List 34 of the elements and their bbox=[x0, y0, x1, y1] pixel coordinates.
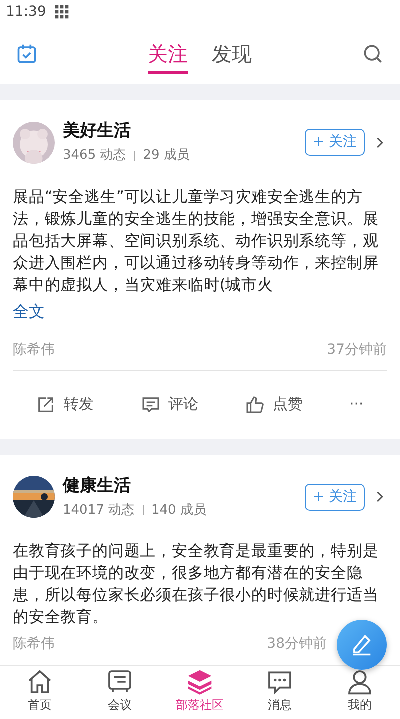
calendar-icon[interactable] bbox=[16, 43, 38, 65]
nav-tab[interactable]: 我的 bbox=[320, 666, 400, 719]
post-time: 37分钟前 bbox=[327, 340, 387, 360]
member-count: 29 成员 bbox=[143, 147, 190, 165]
home-icon bbox=[26, 668, 54, 696]
comment-button[interactable]: 评论 bbox=[140, 393, 199, 416]
group-name: 健康生活 bbox=[63, 474, 132, 496]
member-count: 140 成员 bbox=[152, 502, 206, 520]
group-name: 美好生活 bbox=[63, 120, 132, 142]
layers-icon bbox=[186, 668, 214, 696]
post-count: 14017 动态 bbox=[63, 502, 134, 520]
nav-tab[interactable]: 消息 bbox=[240, 666, 320, 719]
author-name: 陈希伟 bbox=[13, 635, 55, 654]
header-tab[interactable]: 关注 bbox=[148, 34, 188, 74]
post-text: 展品“安全逃生”可以让儿童学习灾难安全逃生的方法，锻炼儿童的安全逃生的技能，增强安全意识。展品包括大屏幕、空间识别系统、动作识别系统等，观众进入围栏内，可以通过移动转身等动作，来控制屏幕中的虚拟人，当灾难来临时(城市火 bbox=[13, 186, 380, 296]
thumbs-up-icon bbox=[245, 394, 266, 414]
nav-tab[interactable]: 会议 bbox=[80, 666, 160, 719]
person-icon bbox=[346, 668, 374, 696]
comment-icon bbox=[140, 394, 161, 414]
status-time: 11:39 bbox=[6, 2, 46, 22]
share-icon bbox=[36, 394, 56, 414]
grid-icon bbox=[54, 4, 70, 20]
post-text: 在教育孩子的问题上，安全教育是最重要的，特别是由于现在环境的改变，很多地方都有潜在的安全隐患，所以每位家长必须在孩子很小的时候就进行适当的安全教育。 bbox=[13, 541, 380, 628]
post-count: 3465 动态 bbox=[63, 147, 126, 165]
author-name: 陈希伟 bbox=[13, 340, 55, 360]
read-more-link[interactable]: 全文 bbox=[13, 302, 45, 320]
nav-tab[interactable]: 首页 bbox=[0, 666, 80, 719]
search-icon[interactable] bbox=[362, 43, 384, 65]
share-button[interactable]: 转发 bbox=[36, 393, 94, 416]
post-time: 38分钟前 bbox=[267, 635, 327, 654]
more-button[interactable]: ··· bbox=[349, 393, 364, 416]
header-tab[interactable]: 发现 bbox=[212, 34, 252, 74]
like-button[interactable]: 点赞 bbox=[245, 393, 304, 416]
nav-tab[interactable]: 部落社区 bbox=[160, 666, 240, 719]
